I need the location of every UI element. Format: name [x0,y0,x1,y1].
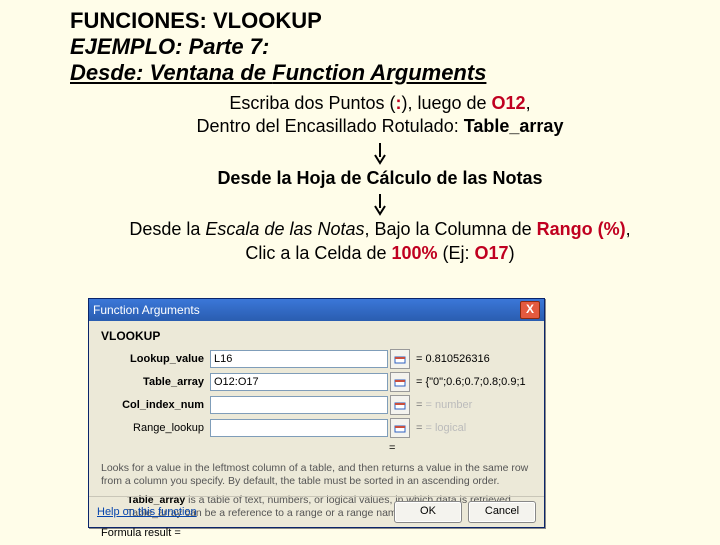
dialog-bottom-bar: Help on this function OK Cancel [89,496,544,527]
t: Escriba dos Puntos ( [229,93,395,113]
table-array-label: Table_array [464,116,564,136]
row-range-lookup: Range_lookup = = logical [99,418,534,438]
refedit-icon[interactable] [390,418,410,438]
title-line-2: EJEMPLO: Parte 7: [70,34,690,60]
cell-o17: O17 [475,243,509,263]
cancel-button[interactable]: Cancel [468,501,536,523]
function-arguments-dialog: Function Arguments X VLOOKUP Lookup_valu… [88,298,545,528]
result-range-lookup: = = logical [416,422,466,434]
formula-result: Formula result = [101,527,532,539]
ok-button[interactable]: OK [394,501,462,523]
title-line-1: FUNCIONES: VLOOKUP [70,8,690,34]
input-range-lookup[interactable] [210,419,388,437]
label-range-lookup: Range_lookup [99,422,210,434]
function-name: VLOOKUP [101,329,534,343]
help-link[interactable]: Help on this function [97,506,197,518]
body-row-4: Desde la Escala de las Notas, Bajo la Co… [70,218,690,241]
cell-o12: O12 [492,93,526,113]
overall-eq: = [389,442,534,454]
input-table-array[interactable]: O12:O17 [210,373,388,391]
refedit-icon[interactable] [390,395,410,415]
t: Escala de las Notas [205,219,364,239]
t: , [526,93,531,113]
t: , [626,219,631,239]
dialog-title: Function Arguments [93,303,200,317]
body-row-5: Clic a la Celda de 100% (Ej: O17) [70,242,690,265]
t: (Ej: [438,243,475,263]
t: Looks for a value in the leftmost column… [101,462,528,487]
title-line-3: Desde: Ventana de Function Arguments [70,60,690,86]
input-col-index[interactable] [210,396,388,414]
t: = number [425,399,472,411]
t: = logical [425,422,466,434]
rango-label: Rango (%) [537,219,626,239]
row-col-index: Col_index_num = = number [99,395,534,415]
close-button[interactable]: X [520,301,540,319]
refedit-icon[interactable] [390,372,410,392]
row-table-array: Table_array O12:O17 = {"0";0.6;0.7;0.8;0… [99,372,534,392]
body-row-3: Desde la Hoja de Cálculo de las Notas [70,167,690,190]
label-table-array: Table_array [99,376,210,388]
result-col-index: = = number [416,399,472,411]
title3-prefix: Desde: Ventana de [70,60,272,85]
dialog-titlebar[interactable]: Function Arguments X [89,299,544,321]
title3-fa: Function Arguments [272,60,486,85]
result-table-array: = {"0";0.6;0.7;0.8;0.9;1 [416,376,526,388]
label-col-index: Col_index_num [99,399,210,411]
pct-100: 100% [391,243,437,263]
arrow-down-icon [373,143,387,165]
arrow-down-icon [373,194,387,216]
t: Desde la [129,219,205,239]
body-row-2: Dentro del Encasillado Rotulado: Table_a… [70,115,690,138]
t: ) [509,243,515,263]
t: Dentro del Encasillado Rotulado: [197,116,464,136]
row-lookup-value: Lookup_value L16 = 0.810526316 [99,349,534,369]
result-lookup-value: = 0.810526316 [416,353,490,365]
label-lookup-value: Lookup_value [99,353,210,365]
refedit-icon[interactable] [390,349,410,369]
t: , Bajo la Columna de [365,219,537,239]
t: Clic a la Celda de [245,243,391,263]
input-lookup-value[interactable]: L16 [210,350,388,368]
t: ), luego de [401,93,491,113]
body-text: Escriba dos Puntos (:), luego de O12, De… [70,92,690,265]
body-row-1: Escriba dos Puntos (:), luego de O12, [70,92,690,115]
